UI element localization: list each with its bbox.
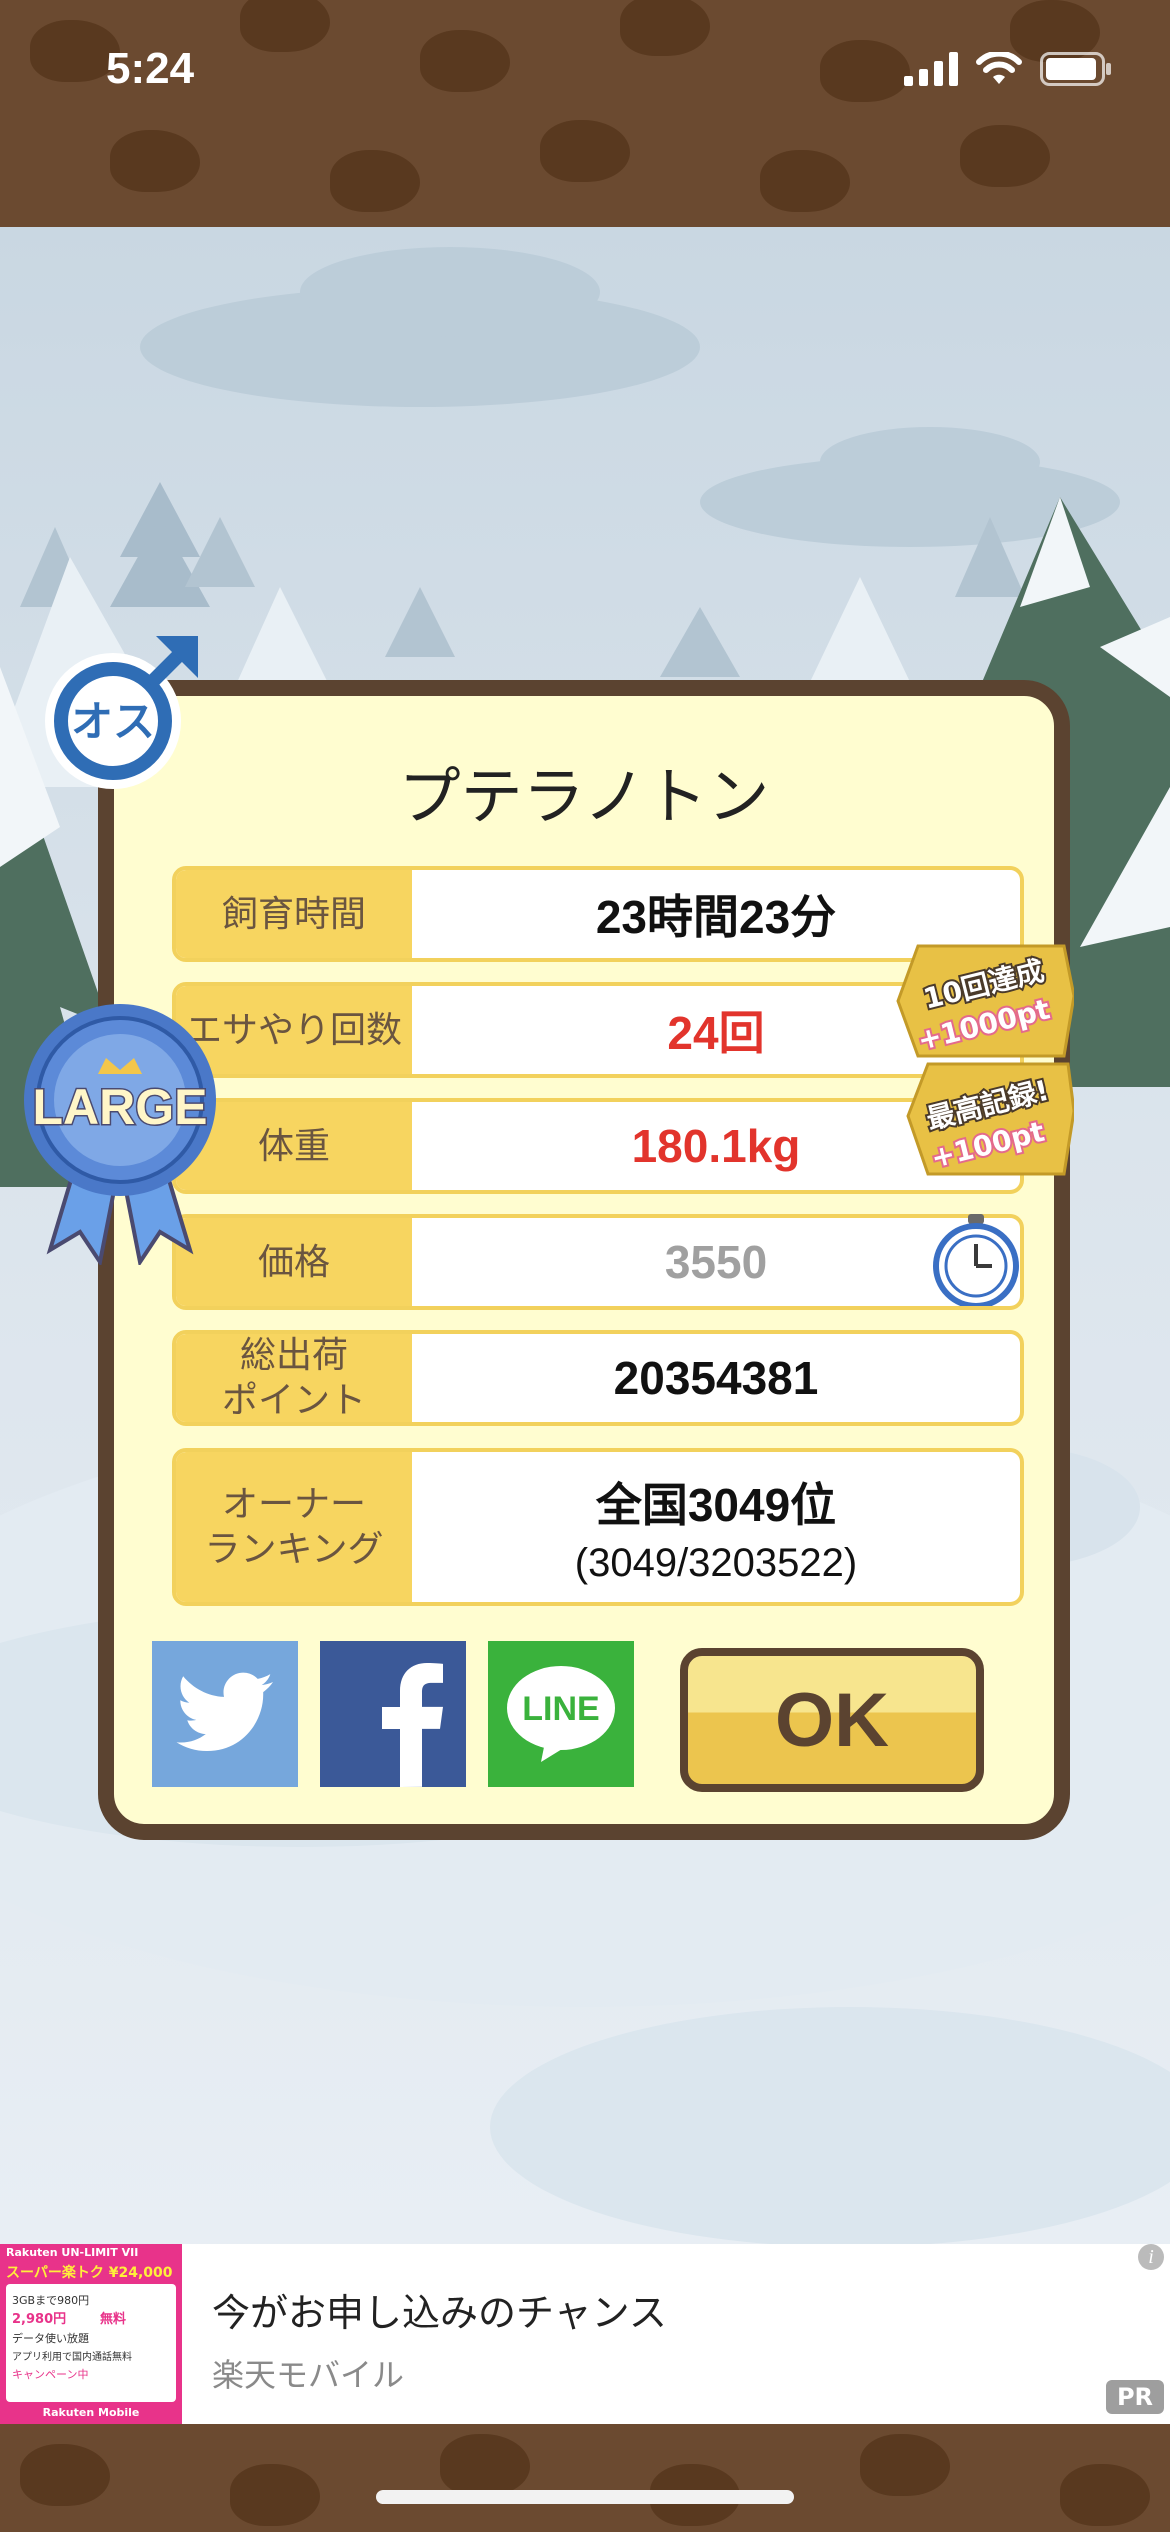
ad-thumb-line-3: 無料 <box>100 2312 127 2327</box>
twitter-icon <box>176 1672 273 1751</box>
size-label: LARGE <box>33 1079 208 1135</box>
achievement-badges: 10回達成 +1000pt 最高記録! +100pt <box>896 944 1074 1177</box>
row-label: 飼育時間 <box>176 870 412 958</box>
male-gender-icon: オス <box>45 636 198 789</box>
row-value: 3550 <box>664 1236 768 1288</box>
status-icons <box>904 52 1112 86</box>
ad-title[interactable]: 今がお申し込みのチャンス <box>212 2282 667 2337</box>
stopwatch-icon <box>933 1214 1019 1306</box>
home-indicator[interactable] <box>376 2490 794 2504</box>
ad-thumb-logo: Rakuten Mobile <box>42 2406 140 2419</box>
row-value: 20354381 <box>613 1352 819 1404</box>
ok-button[interactable]: OK <box>680 1648 984 1792</box>
status-time: 5:24 <box>106 44 195 93</box>
line-share-button[interactable]: LINE <box>488 1641 634 1787</box>
line-icon: LINE <box>507 1666 615 1762</box>
ad-thumb-line-5: アプリ利用で国内通話無料 <box>12 2352 132 2363</box>
gender-label: オス <box>71 697 155 746</box>
ad-thumb-line-4: データ使い放題 <box>12 2332 89 2345</box>
ad-pr-badge: PR <box>1106 2380 1164 2414</box>
ad-thumb-headline: スーパー楽トク ¥24,000 <box>6 2265 173 2281</box>
wifi-icon <box>976 52 1022 84</box>
facebook-icon <box>382 1663 443 1787</box>
row-price: 価格 3550 <box>172 1214 1024 1310</box>
row-label: 総出荷 ポイント <box>176 1334 412 1422</box>
ad-thumb-line-6: キャンペーン中 <box>12 2368 89 2381</box>
ad-advertiser: 楽天モバイル <box>212 2356 405 2394</box>
ad-thumb-brand: Rakuten UN-LIMIT VII <box>6 2246 139 2259</box>
ranking-detail: (3049/3203522) <box>574 1540 858 1585</box>
twitter-share-button[interactable] <box>152 1641 298 1787</box>
ad-info-icon[interactable]: i <box>1138 2244 1164 2270</box>
size-ribbon-icon: LARGE <box>24 1004 216 1265</box>
bottom-banner <box>0 2424 1170 2532</box>
ad-thumbnail[interactable]: Rakuten UN-LIMIT VII スーパー楽トク ¥24,000 3GB… <box>0 2244 182 2424</box>
ad-thumb-line-1: 3GBまで980円 <box>12 2294 90 2307</box>
row-total-shipping-points: 総出荷 ポイント 20354381 <box>172 1330 1024 1426</box>
ad-thumb-line-2: 2,980円 <box>12 2312 67 2327</box>
ranking-value: 全国3049位 (3049/3203522) <box>412 1452 1020 1602</box>
row-owner-ranking: オーナー ランキング 全国3049位 (3049/3203522) <box>172 1448 1024 1606</box>
signal-icon <box>904 52 958 86</box>
line-label: LINE <box>522 1690 599 1728</box>
dinosaur-name: プテラノトン <box>398 760 770 833</box>
result-dialog: プテラノトン 飼育時間 23時間23分 エサやり回数 24回 体重 180.1k… <box>98 680 1070 1840</box>
battery-icon <box>1040 52 1111 86</box>
ad-banner[interactable]: Rakuten UN-LIMIT VII スーパー楽トク ¥24,000 3GB… <box>0 2244 1170 2424</box>
facebook-share-button[interactable] <box>320 1641 466 1787</box>
top-banner: 5:24 <box>0 0 1170 227</box>
ranking-main: 全国3049位 <box>595 1478 837 1531</box>
row-label: オーナー ランキング <box>176 1452 412 1602</box>
